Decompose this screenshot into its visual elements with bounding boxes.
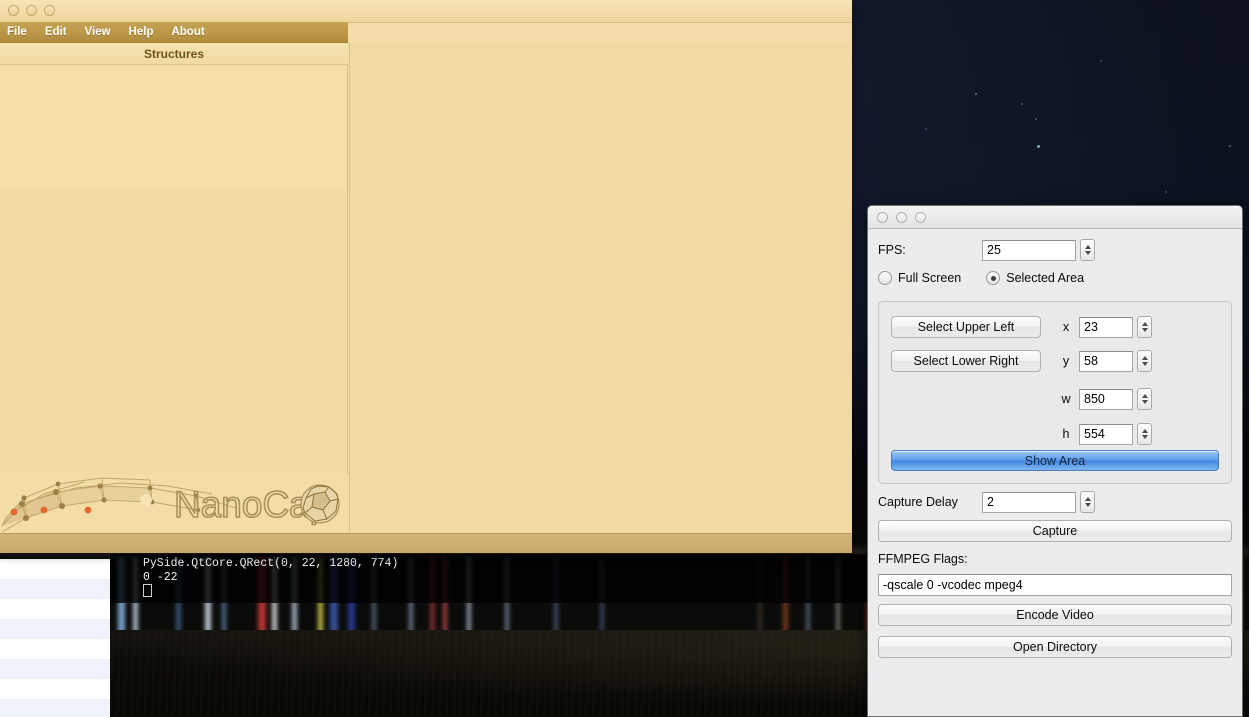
terminal-cursor [143,584,152,597]
list-item[interactable] [0,659,110,679]
zoom-button-icon[interactable] [44,5,55,16]
menu-item-edit[interactable]: Edit [45,26,80,38]
capture-traffic-lights [877,212,926,223]
structures-panel-header: Structures [0,43,348,65]
minimize-button-icon[interactable] [26,5,37,16]
capture-dialog-body: FPS: 25 Full Screen Selected Area Select… [868,229,1242,658]
nanocap-titlebar[interactable] [0,0,852,23]
stepper-down-icon[interactable] [1141,328,1148,332]
menu-item-about[interactable]: About [171,26,217,38]
radio-full-screen-label: Full Screen [898,271,962,285]
y-stepper[interactable] [1137,350,1152,372]
show-area-button[interactable]: Show Area [891,450,1219,471]
fps-row: FPS: 25 [878,237,1232,263]
width-row: w 850 [891,380,1219,418]
capture-delay-label: Capture Delay [878,495,958,509]
capture-titlebar[interactable] [868,206,1242,229]
structures-detail-panel[interactable]: NanoCap [0,189,348,534]
stepper-up-icon[interactable] [1084,497,1091,501]
capture-button[interactable]: Capture [878,520,1232,542]
select-upper-left-button[interactable]: Select Upper Left [891,316,1041,338]
terminal-window[interactable]: PySide.QtCore.QRect(0, 22, 1280, 774) 0 … [110,554,870,603]
menu-item-file[interactable]: File [7,26,40,38]
radio-indicator-selected[interactable] [986,271,1001,285]
nanocap-statusbar [0,533,852,553]
list-item[interactable] [0,579,110,599]
nanocap-logo: NanoCap [0,474,348,534]
stepper-down-icon[interactable] [1084,503,1091,507]
close-button-icon[interactable] [877,212,888,223]
screen-capture-dialog[interactable]: FPS: 25 Full Screen Selected Area Select… [867,205,1243,717]
lower-right-row: Select Lower Right y 58 [891,342,1219,380]
close-button-icon[interactable] [8,5,19,16]
list-item[interactable] [0,639,110,659]
x-label: x [1062,320,1070,334]
stepper-up-icon[interactable] [1084,245,1091,249]
structures-title: Structures [143,46,205,61]
select-lower-right-button[interactable]: Select Lower Right [891,350,1041,372]
x-input[interactable]: 23 [1079,316,1133,338]
h-label: h [1062,427,1070,441]
nanocap-menubar: File Edit View Help About [0,22,348,43]
selected-area-groupbox: Select Upper Left x 23 Select Lower Righ… [878,301,1232,484]
menu-item-view[interactable]: View [85,26,124,38]
x-stepper[interactable] [1137,316,1152,338]
fps-stepper[interactable] [1080,239,1095,261]
nanocap-traffic-lights [8,5,55,16]
open-directory-button[interactable]: Open Directory [878,636,1232,658]
nanocap-body: File Edit View Help About Structures Nan… [0,22,852,553]
terminal-line-1: PySide.QtCore.QRect(0, 22, 1280, 774) [143,557,399,570]
fps-input[interactable]: 25 [982,239,1076,261]
stepper-down-icon[interactable] [1141,400,1148,404]
zoom-button-icon[interactable] [915,212,926,223]
structures-pane: Structures NanoCap [0,43,348,534]
nanocap-window[interactable]: File Edit View Help About Structures Nan… [0,0,852,553]
radio-full-screen[interactable]: Full Screen [878,271,961,285]
terminal-line-2: 0 -22 [143,570,178,584]
capture-delay-stepper[interactable] [1080,491,1095,513]
background-list-window[interactable] [0,559,110,717]
minimize-button-icon[interactable] [896,212,907,223]
h-stepper[interactable] [1137,423,1152,445]
w-label: w [1061,392,1071,406]
viewport-3d[interactable] [349,43,852,534]
menu-item-help[interactable]: Help [129,26,167,38]
capture-mode-row: Full Screen Selected Area [878,263,1232,293]
radio-selected-area[interactable]: Selected Area [986,271,1084,285]
ffmpeg-flags-input[interactable]: -qscale 0 -vcodec mpeg4 [878,574,1232,596]
stepper-up-icon[interactable] [1141,322,1148,326]
capture-delay-input[interactable]: 2 [982,491,1076,513]
w-stepper[interactable] [1137,388,1152,410]
list-item[interactable] [0,679,110,699]
list-item[interactable] [0,699,110,717]
capture-delay-row: Capture Delay 2 [878,484,1232,520]
h-input[interactable]: 554 [1079,423,1133,445]
height-row: h 554 [891,418,1219,450]
y-input[interactable]: 58 [1079,350,1133,372]
fps-label: FPS: [878,243,906,257]
stepper-down-icon[interactable] [1141,435,1148,439]
encode-video-button[interactable]: Encode Video [878,604,1232,626]
list-item[interactable] [0,619,110,639]
w-input[interactable]: 850 [1079,388,1133,410]
stepper-up-icon[interactable] [1141,394,1148,398]
radio-selected-area-label: Selected Area [1006,271,1085,285]
stepper-down-icon[interactable] [1084,251,1091,255]
structures-tree-view[interactable] [0,65,348,190]
stepper-down-icon[interactable] [1141,362,1148,366]
y-label: y [1062,354,1070,368]
screen: PySide.QtCore.QRect(0, 22, 1280, 774) 0 … [0,0,1249,717]
stepper-up-icon[interactable] [1141,429,1148,433]
radio-indicator[interactable] [878,271,892,285]
list-item[interactable] [0,559,110,579]
upper-left-row: Select Upper Left x 23 [891,312,1219,342]
stepper-up-icon[interactable] [1141,356,1148,360]
ffmpeg-flags-label: FFMPEG Flags: [878,552,968,566]
list-item[interactable] [0,599,110,619]
